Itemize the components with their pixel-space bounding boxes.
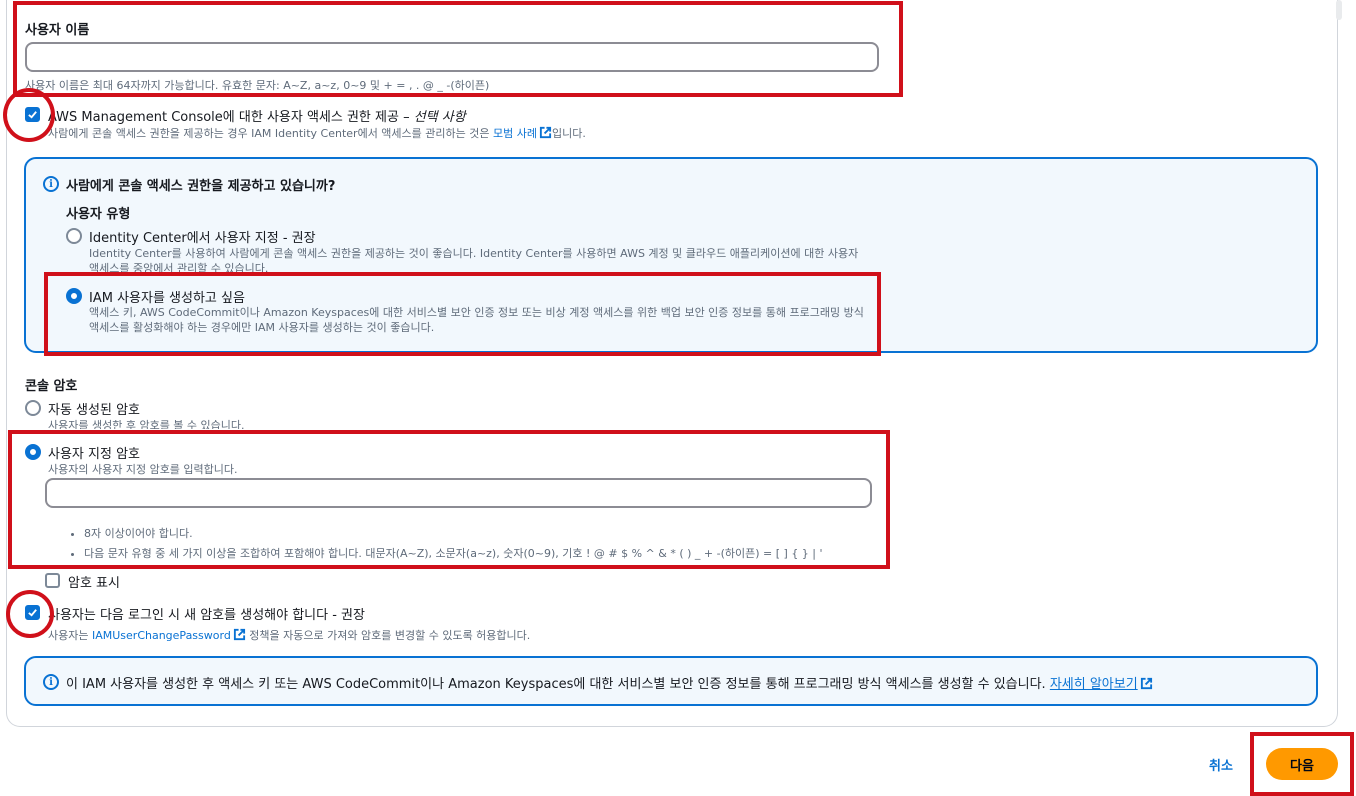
identity-center-desc: Identity Center를 사용하여 사람에게 콘솔 액세스 권한을 제공… <box>89 247 859 273</box>
iam-user-change-password-link[interactable]: IAMUserChangePassword <box>92 629 231 642</box>
scrollbar[interactable] <box>1336 0 1342 20</box>
optional-tag: 선택 사항 <box>413 110 466 125</box>
cancel-button[interactable]: 취소 <box>1209 755 1233 774</box>
require-reset-label: 사용자는 다음 로그인 시 새 암호를 생성해야 합니다 - 권장 <box>48 608 365 623</box>
console-access-label-text: AWS Management Console에 대한 사용자 액세스 권한 제공… <box>48 110 414 125</box>
identity-center-radio[interactable] <box>66 228 82 244</box>
show-password-label: 암호 표시 <box>68 576 120 591</box>
external-link-icon <box>1140 677 1152 690</box>
console-access-desc: 사람에게 콘솔 액세스 권한을 제공하는 경우 IAM Identity Cen… <box>48 125 586 141</box>
auto-password-radio[interactable] <box>25 400 41 416</box>
require-reset-desc-before: 사용자는 <box>48 629 92 642</box>
annotation-box-next-button <box>1250 732 1354 796</box>
annotation-circle-console-access <box>3 88 55 142</box>
annotation-circle-require-reset <box>6 590 54 638</box>
show-password-checkbox[interactable] <box>45 573 60 588</box>
console-access-label: AWS Management Console에 대한 사용자 액세스 권한 제공… <box>48 106 466 125</box>
annotation-box-username <box>13 1 903 97</box>
annotation-box-iam-user <box>44 272 881 356</box>
external-link-icon <box>539 126 552 139</box>
info-panel-title: 사람에게 콘솔 액세스 권한을 제공하고 있습니까? <box>66 179 336 194</box>
programmatic-access-body: 이 IAM 사용자를 생성한 후 액세스 키 또는 AWS CodeCommit… <box>66 677 1050 692</box>
user-type-label: 사용자 유형 <box>66 207 131 222</box>
auto-password-desc: 사용자를 생성한 후 암호를 볼 수 있습니다. <box>48 419 245 429</box>
console-password-label: 콘솔 암호 <box>25 379 78 394</box>
auto-password-label: 자동 생성된 암호 <box>48 403 140 418</box>
best-practice-link[interactable]: 모범 사례 <box>493 127 537 140</box>
console-access-desc-after: 입니다. <box>551 127 586 140</box>
info-icon: i <box>43 176 59 192</box>
info-icon: i <box>43 674 59 690</box>
programmatic-access-text: 이 IAM 사용자를 생성한 후 액세스 키 또는 AWS CodeCommit… <box>66 673 1153 692</box>
require-reset-desc: 사용자는 IAMUserChangePassword 정책을 자동으로 가져와 … <box>48 627 530 643</box>
learn-more-link[interactable]: 자세히 알아보기 <box>1050 677 1138 692</box>
console-access-desc-before: 사람에게 콘솔 액세스 권한을 제공하는 경우 IAM Identity Cen… <box>48 127 493 140</box>
annotation-box-custom-password <box>8 430 890 569</box>
identity-center-label: Identity Center에서 사용자 지정 - 권장 <box>89 231 316 246</box>
require-reset-desc-after: 정책을 자동으로 가져와 암호를 변경할 수 있도록 허용합니다. <box>245 629 531 642</box>
external-link-icon <box>233 628 245 641</box>
